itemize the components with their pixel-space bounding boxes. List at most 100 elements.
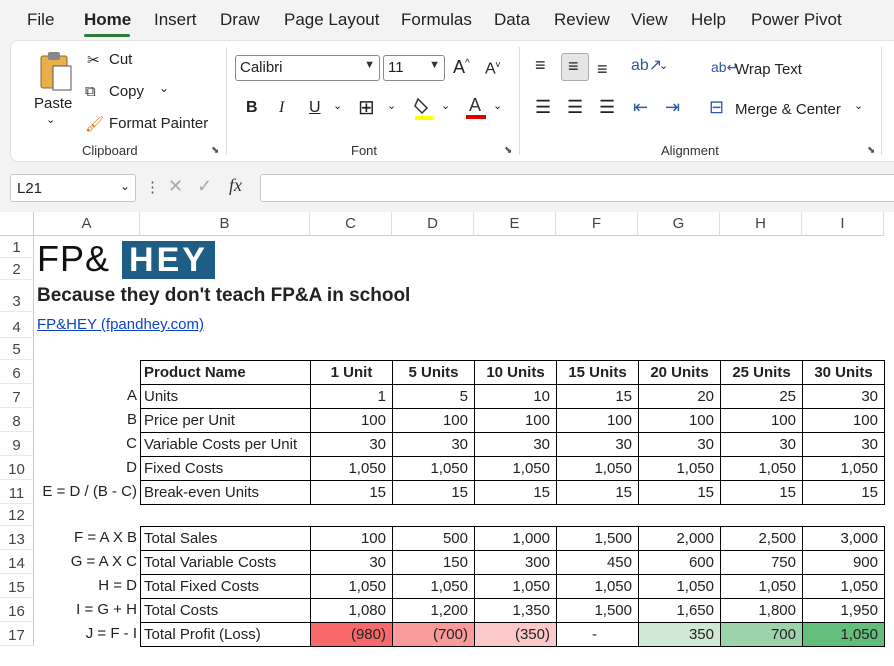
row-header[interactable]: 6 xyxy=(0,360,34,384)
table-cell[interactable]: 1,050 xyxy=(392,456,475,481)
profit-cell[interactable]: 700 xyxy=(720,622,803,647)
table-cell[interactable]: 1,050 xyxy=(802,456,885,481)
font-name-dropdown[interactable]: Calibri ▼ xyxy=(235,55,380,81)
menu-file[interactable]: File xyxy=(27,10,54,30)
table-cell[interactable]: 1,050 xyxy=(310,456,393,481)
select-all-corner[interactable] xyxy=(0,212,34,236)
copy-chevron-icon[interactable]: ⌄ xyxy=(159,81,169,95)
table-cell[interactable]: 100 xyxy=(310,526,393,551)
table-cell[interactable]: 30 xyxy=(802,432,885,457)
row-header[interactable]: 16 xyxy=(0,598,34,622)
profit-cell[interactable]: 1,050 xyxy=(802,622,885,647)
fill-color-chevron-icon[interactable]: ⌄ xyxy=(441,99,450,112)
borders-icon[interactable]: ⊞ xyxy=(358,95,375,120)
table-cell[interactable]: 1,050 xyxy=(474,456,557,481)
bold-button[interactable]: B xyxy=(246,99,258,117)
table-cell[interactable]: 15 xyxy=(720,480,803,505)
clipboard-launcher-icon[interactable]: ⬊ xyxy=(211,145,219,156)
column-header[interactable]: D xyxy=(392,212,474,236)
middle-align-button[interactable]: ≡ xyxy=(561,53,589,81)
table-cell[interactable]: 1,200 xyxy=(392,598,475,623)
table-cell[interactable]: 15 xyxy=(638,480,721,505)
increase-font-size-icon[interactable]: A^ xyxy=(453,57,470,78)
table-cell[interactable]: 25 xyxy=(720,384,803,409)
row-header[interactable]: 2 xyxy=(0,258,34,280)
table-cell[interactable]: 3,000 xyxy=(802,526,885,551)
row-header[interactable]: 10 xyxy=(0,456,34,480)
row-header[interactable]: 11 xyxy=(0,480,34,504)
table-cell[interactable]: 1 xyxy=(310,384,393,409)
table-cell[interactable]: 1,000 xyxy=(474,526,557,551)
table-cell[interactable]: 1,050 xyxy=(720,574,803,599)
profit-cell[interactable]: - xyxy=(556,622,639,647)
table-cell[interactable]: 30 xyxy=(310,432,393,457)
table-cell[interactable]: 15 xyxy=(474,480,557,505)
top-align-icon[interactable]: ≡ xyxy=(535,55,546,76)
table-cell[interactable]: 30 xyxy=(310,550,393,575)
enter-icon[interactable]: ✓ xyxy=(197,176,212,197)
menu-power-pivot[interactable]: Power Pivot xyxy=(751,10,842,30)
table-cell[interactable]: 30 xyxy=(474,432,557,457)
column-header[interactable]: A xyxy=(34,212,140,236)
menu-draw[interactable]: Draw xyxy=(220,10,260,30)
increase-indent-icon[interactable]: ⇥ xyxy=(665,97,680,118)
paste-button[interactable]: Paste xyxy=(34,95,72,112)
merge-center-button[interactable]: Merge & Center xyxy=(735,101,841,118)
table-cell[interactable]: 20 xyxy=(638,384,721,409)
fill-color-icon[interactable] xyxy=(413,95,435,121)
font-launcher-icon[interactable]: ⬊ xyxy=(504,145,512,156)
website-link[interactable]: FP&HEY (fpandhey.com) xyxy=(37,316,204,333)
table-cell[interactable]: 100 xyxy=(638,408,721,433)
table-cell[interactable]: 1,080 xyxy=(310,598,393,623)
table-cell[interactable]: 1,500 xyxy=(556,598,639,623)
font-size-dropdown[interactable]: 11 ▼ xyxy=(383,55,445,81)
profit-cell[interactable]: 350 xyxy=(638,622,721,647)
table-cell[interactable]: 30 xyxy=(720,432,803,457)
table-cell[interactable]: 15 xyxy=(556,480,639,505)
formula-input[interactable] xyxy=(260,174,894,202)
row-header[interactable]: 8 xyxy=(0,408,34,432)
alignment-launcher-icon[interactable]: ⬊ xyxy=(867,145,875,156)
table-cell[interactable]: 100 xyxy=(556,408,639,433)
underline-chevron-icon[interactable]: ⌄ xyxy=(333,99,342,112)
spreadsheet-grid[interactable]: A B C D E F G H I 1 2 3 4 5 6 7 8 9 10 11 12 13 14 15 16 17 FP& HEY… xyxy=(0,212,894,666)
table-cell[interactable]: 30 xyxy=(638,432,721,457)
underline-button[interactable]: U xyxy=(309,99,321,117)
row-header[interactable]: 14 xyxy=(0,550,34,574)
profit-cell[interactable]: (700) xyxy=(392,622,475,647)
column-header[interactable]: H xyxy=(720,212,802,236)
menu-review[interactable]: Review xyxy=(554,10,610,30)
table-cell[interactable]: 100 xyxy=(310,408,393,433)
font-color-chevron-icon[interactable]: ⌄ xyxy=(493,99,502,112)
table-cell[interactable]: 30 xyxy=(802,384,885,409)
table-cell[interactable]: 2,000 xyxy=(638,526,721,551)
table-cell[interactable]: 500 xyxy=(392,526,475,551)
row-header[interactable]: 5 xyxy=(0,338,34,360)
menu-insert[interactable]: Insert xyxy=(154,10,197,30)
merge-chevron-icon[interactable]: ⌄ xyxy=(854,99,863,112)
cut-button[interactable]: Cut xyxy=(109,51,132,68)
row-header[interactable]: 3 xyxy=(0,280,34,312)
italic-button[interactable]: I xyxy=(279,99,284,117)
column-header[interactable]: I xyxy=(802,212,884,236)
table-cell[interactable]: 1,050 xyxy=(638,574,721,599)
align-right-icon[interactable]: ☰ xyxy=(599,97,615,118)
align-left-icon[interactable]: ☰ xyxy=(535,97,551,118)
table-cell[interactable]: 750 xyxy=(720,550,803,575)
borders-chevron-icon[interactable]: ⌄ xyxy=(387,99,396,112)
menu-page-layout[interactable]: Page Layout xyxy=(284,10,379,30)
table-cell[interactable]: 100 xyxy=(474,408,557,433)
table-cell[interactable]: 10 xyxy=(474,384,557,409)
table-cell[interactable]: 1,050 xyxy=(556,456,639,481)
table-cell[interactable]: 100 xyxy=(802,408,885,433)
table-cell[interactable]: 15 xyxy=(556,384,639,409)
table-cell[interactable]: 1,050 xyxy=(720,456,803,481)
table-cell[interactable]: 1,950 xyxy=(802,598,885,623)
cancel-icon[interactable]: ✕ xyxy=(168,176,183,197)
bottom-align-icon[interactable]: ≡ xyxy=(597,59,608,80)
menu-help[interactable]: Help xyxy=(691,10,726,30)
table-cell[interactable]: 2,500 xyxy=(720,526,803,551)
menu-home[interactable]: Home xyxy=(84,10,131,30)
table-cell[interactable]: 1,650 xyxy=(638,598,721,623)
column-header[interactable]: C xyxy=(310,212,392,236)
